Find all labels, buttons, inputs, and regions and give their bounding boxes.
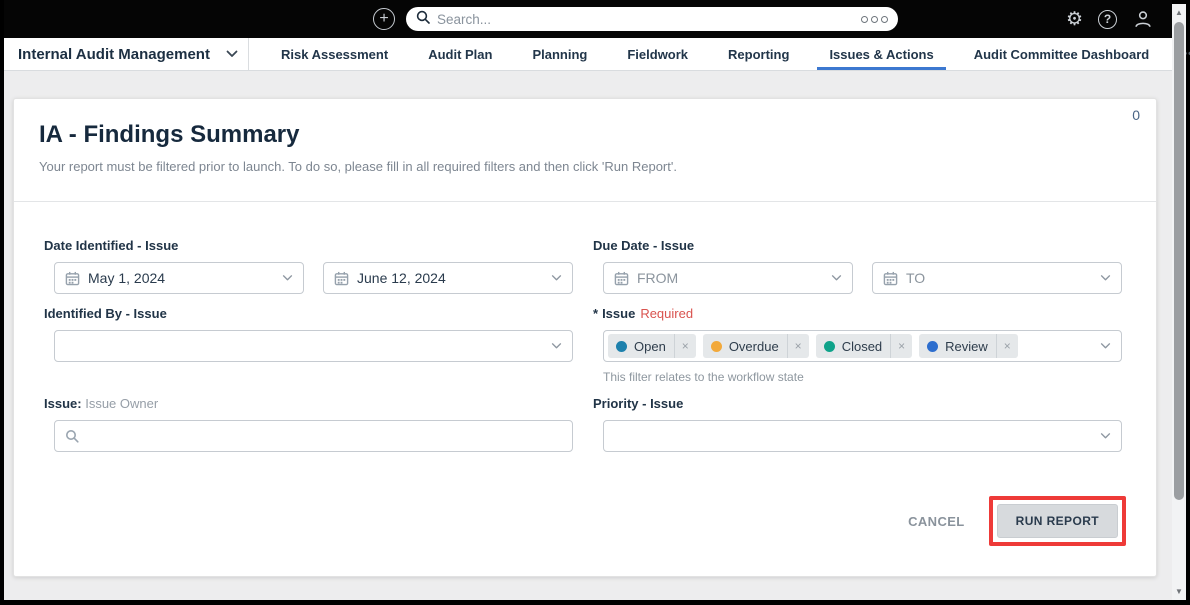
status-dot [823,340,835,352]
app-title: Internal Audit Management [18,45,210,63]
page-background: 0 IA - Findings Summary Your report must… [4,71,1172,600]
issue-owner-search[interactable] [54,420,573,452]
tag-closed: Closed × [815,334,913,358]
filter-label: * Issue Required [593,306,694,321]
filter-issue-owner: Issue: Issue Owner [44,396,573,452]
filter-label: Due Date - Issue [593,238,695,253]
tag-overdue: Overdue × [702,334,809,358]
chevron-down-icon [1100,433,1111,440]
status-dot [927,340,939,352]
filter-identified-by: Identified By - Issue [44,306,573,384]
calendar-icon [614,271,629,286]
tab-risk-assessment[interactable]: Risk Assessment [261,38,408,70]
due-date-from-placeholder: FROM [637,270,679,286]
date-identified-from-value: May 1, 2024 [88,270,166,286]
required-text: Required [640,306,694,321]
scroll-up-icon[interactable]: ▲ [1172,8,1186,18]
tag-open: Open × [608,334,696,358]
filter-label: Date Identified - Issue [44,238,179,253]
report-filter-panel: 0 IA - Findings Summary Your report must… [13,98,1157,577]
vertical-scrollbar[interactable]: ▲ ▼ [1172,4,1186,600]
page-subtitle: Your report must be filtered prior to la… [39,159,677,174]
settings-gear-icon[interactable]: ⚙ [1066,10,1083,29]
date-identified-to-value: June 12, 2024 [357,270,446,286]
scrollbar-thumb[interactable] [1174,22,1184,500]
calendar-icon [65,271,80,286]
filter-label: Issue: Issue Owner [44,396,159,411]
global-search[interactable] [406,7,898,31]
priority-select[interactable] [603,420,1122,452]
filters-grid: Date Identified - Issue May 1, 2024 June… [44,238,1122,452]
user-profile-icon[interactable] [1132,8,1154,30]
annotation-highlight-box: RUN REPORT [988,496,1126,546]
chevron-down-icon [831,275,842,282]
calendar-icon [883,271,898,286]
required-asterisk: * [593,306,599,321]
remove-tag-icon[interactable]: × [995,334,1018,358]
remove-tag-icon[interactable]: × [890,334,912,358]
tab-audit-committee-dashboard[interactable]: Audit Committee Dashboard [954,38,1170,70]
chevron-down-icon [1100,343,1111,350]
tab-reporting[interactable]: Reporting [708,38,809,70]
panel-footer: CANCEL RUN REPORT [14,496,1156,546]
top-bar: + ⚙ ? [4,0,1172,38]
tag-review: Review × [919,334,1018,358]
run-report-button[interactable]: RUN REPORT [996,504,1118,538]
status-dot [616,340,627,352]
tab-issues-actions[interactable]: Issues & Actions [809,38,953,70]
app-switcher[interactable]: Internal Audit Management [4,38,249,70]
corner-count: 0 [1132,107,1140,123]
search-icon [65,429,79,443]
due-date-from-picker[interactable]: FROM [603,262,853,294]
chevron-down-icon [282,275,293,282]
date-identified-from-picker[interactable]: May 1, 2024 [54,262,304,294]
search-icon [416,10,430,29]
calendar-icon [334,271,349,286]
chevron-down-icon [551,343,562,350]
chevron-down-icon [226,50,238,58]
filter-help-text: This filter relates to the workflow stat… [603,370,804,384]
filter-due-date: Due Date - Issue FROM TO [593,238,1122,294]
tab-fieldwork[interactable]: Fieldwork [607,38,708,70]
date-identified-to-picker[interactable]: June 12, 2024 [323,262,573,294]
scroll-down-icon[interactable]: ▼ [1172,587,1186,597]
remove-tag-icon[interactable]: × [786,334,809,358]
filter-date-identified: Date Identified - Issue May 1, 2024 June… [44,238,573,294]
app-nav-bar: Internal Audit Management Risk Assessmen… [4,38,1190,71]
chevron-down-icon [551,275,562,282]
remove-tag-icon[interactable]: × [673,334,696,358]
issue-state-multiselect[interactable]: Open × Overdue × Closed × Review × [603,330,1122,362]
status-dot [710,340,722,352]
filter-priority: Priority - Issue [593,396,1122,452]
identified-by-select[interactable] [54,330,573,362]
page-title: IA - Findings Summary [39,121,300,148]
chevron-down-icon [1100,275,1111,282]
nav-tabs: Risk Assessment Audit Plan Planning Fiel… [261,38,1190,70]
filter-label: Identified By - Issue [44,306,167,321]
due-date-to-placeholder: TO [906,270,926,286]
filter-label: Priority - Issue [593,396,684,411]
tab-audit-plan[interactable]: Audit Plan [408,38,512,70]
cancel-button[interactable]: CANCEL [896,506,977,537]
search-input[interactable] [437,11,861,27]
help-icon[interactable]: ? [1098,9,1117,29]
divider [14,201,1156,202]
more-options-icon[interactable] [861,15,888,23]
filter-issue-state: * Issue Required Open × Overdue × Closed… [593,306,1122,384]
due-date-to-picker[interactable]: TO [872,262,1122,294]
add-icon[interactable]: + [373,8,395,30]
tab-planning[interactable]: Planning [512,38,607,70]
